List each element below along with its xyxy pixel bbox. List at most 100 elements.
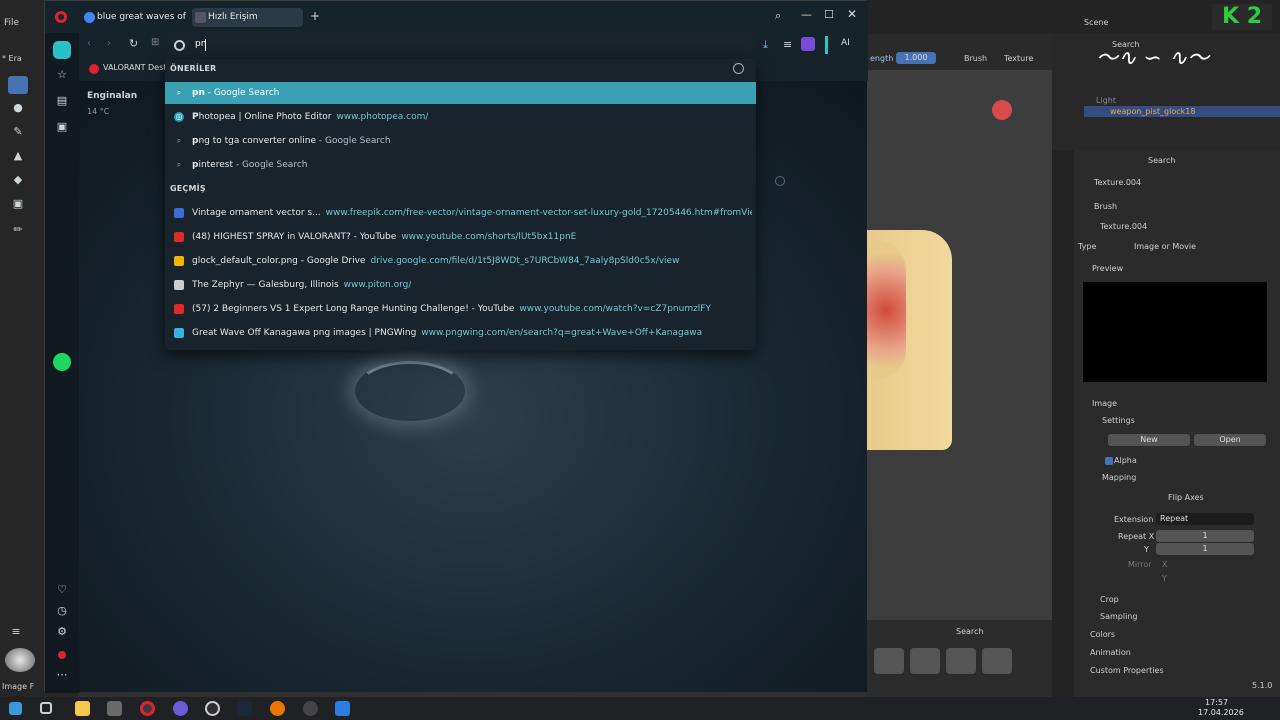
profile-icon[interactable] — [801, 37, 815, 51]
history-icon[interactable]: ◷ — [54, 603, 70, 619]
wallpaper-wave — [355, 361, 465, 421]
opera-small-icon[interactable] — [58, 651, 66, 659]
player-icon[interactable]: ▣ — [54, 119, 70, 135]
minimize-icon[interactable]: — — [801, 8, 812, 21]
flip-axes-label[interactable]: Flip Axes — [1168, 493, 1204, 502]
address-book-icon[interactable]: ▤ — [54, 93, 70, 109]
history-row[interactable]: (48) HIGHEST SPRAY in VALORANT? - YouTub… — [165, 226, 756, 248]
open-image-button[interactable]: Open — [1194, 434, 1266, 446]
brush-thumb-icon[interactable] — [874, 648, 904, 674]
back-icon[interactable]: ‹ — [87, 38, 91, 49]
animation-panel[interactable]: Animation — [1090, 648, 1131, 657]
address-field[interactable]: pn — [165, 33, 756, 59]
reload-icon[interactable]: ↻ — [129, 37, 138, 50]
fill-tool-icon[interactable]: ◆ — [10, 172, 26, 188]
blender-icon[interactable] — [270, 701, 285, 716]
blender-menu-file[interactable]: File — [4, 18, 19, 28]
history-row[interactable]: glock_default_color.png - Google Drive dr… — [165, 250, 756, 272]
crop-panel[interactable]: Crop — [1100, 595, 1119, 604]
mirror-x[interactable]: X — [1162, 560, 1167, 569]
properties-tabs[interactable] — [1052, 150, 1074, 697]
task-view-icon[interactable] — [40, 702, 52, 714]
suggestion-row[interactable]: ⌕ pn - Google Search — [165, 82, 756, 104]
history-title: The Zephyr — Galesburg, Illinois — [192, 280, 339, 290]
extension-dropdown[interactable]: Repeat — [1156, 513, 1254, 525]
spotify-icon[interactable] — [53, 353, 71, 371]
steam-icon[interactable] — [237, 701, 252, 716]
home-icon[interactable] — [53, 41, 71, 59]
tab-blue-great-waves[interactable]: blue great waves of kana... — [81, 8, 187, 27]
repeat-x-field[interactable]: 1 — [1156, 530, 1254, 542]
blur-tool-icon[interactable]: ● — [10, 100, 26, 116]
start-icon[interactable] — [9, 702, 22, 715]
preview-label[interactable]: Preview — [1092, 264, 1123, 273]
suggestion-row[interactable]: ⌕ pinterest - Google Search — [165, 154, 756, 176]
gizmo-x-icon[interactable] — [992, 100, 1012, 120]
history-row[interactable]: The Zephyr — Galesburg, Illinois www.pito… — [165, 274, 756, 296]
draw-tool-button[interactable] — [8, 76, 28, 94]
texture-menu[interactable]: Texture — [1004, 54, 1033, 63]
suggestion-row[interactable]: ◎ Photopea | Online Photo Editor www.photo… — [165, 106, 756, 128]
opera-logo-icon[interactable] — [55, 11, 67, 23]
forward-icon[interactable]: › — [107, 38, 111, 49]
texture-slot[interactable]: Texture.004 — [1100, 222, 1147, 231]
mapping-label[interactable]: Mapping — [1102, 473, 1136, 482]
new-tab-icon[interactable]: + — [310, 9, 322, 25]
suggestion-suffix: - Google Search — [204, 88, 280, 98]
smear-tool-icon[interactable]: ✎ — [10, 124, 26, 140]
settings-icon[interactable]: ⚙ — [54, 624, 70, 640]
bookmark-valorant[interactable]: VALORANT Deste — [103, 63, 171, 72]
settings-label[interactable]: Settings — [1102, 416, 1135, 425]
easy-setup-icon[interactable]: ≡ — [783, 38, 792, 51]
store-icon[interactable] — [107, 701, 122, 716]
3d-viewport[interactable] — [866, 70, 1052, 648]
brush-menu[interactable]: Brush — [964, 54, 987, 63]
clock-time[interactable]: 17:57 — [1205, 698, 1228, 707]
close-icon[interactable]: ✕ — [847, 7, 857, 21]
shelf-search[interactable]: Search — [956, 627, 983, 636]
mask-tool-icon[interactable]: ▣ — [10, 196, 26, 212]
bookmarks-icon[interactable]: ☆ — [54, 67, 70, 83]
opera-taskbar-icon[interactable] — [140, 701, 155, 716]
search-tabs-icon[interactable]: ⌕ — [775, 9, 781, 23]
history-row[interactable]: Great Wave Off Kanagawa png images | PNG… — [165, 322, 756, 344]
heart-icon[interactable]: ♡ — [54, 582, 70, 598]
clone-tool-icon[interactable]: ▲ — [10, 148, 26, 164]
annotate-tool-icon[interactable]: ✏ — [10, 222, 26, 238]
history-row[interactable]: Vintage ornament vector s... www.freepik.… — [165, 202, 756, 224]
aria-ai-button[interactable]: AI — [841, 38, 850, 48]
brush-thumb-icon-3[interactable] — [946, 648, 976, 674]
colors-panel[interactable]: Colors — [1090, 630, 1115, 639]
length-field[interactable]: 1.000 — [896, 52, 936, 64]
clock-date[interactable]: 17.04.2026 — [1198, 708, 1244, 717]
download-icon[interactable]: ⤓ — [763, 38, 768, 52]
maximize-icon[interactable]: ☐ — [824, 8, 834, 21]
history-row[interactable]: (57) 2 Beginners VS 1 Expert Long Range … — [165, 298, 756, 320]
image-panel-label[interactable]: Image — [1092, 399, 1117, 408]
file-explorer-icon[interactable] — [75, 701, 90, 716]
sampling-panel[interactable]: Sampling — [1100, 612, 1137, 621]
alpha-checkbox[interactable] — [1105, 457, 1113, 465]
repeat-y-field[interactable]: 1 — [1156, 543, 1254, 555]
github-icon[interactable] — [303, 701, 318, 716]
brush-thumb-icon-4[interactable] — [982, 648, 1012, 674]
zoom-icon[interactable] — [1022, 130, 1034, 144]
custom-properties-panel[interactable]: Custom Properties — [1090, 666, 1164, 675]
emoji-icon[interactable] — [775, 176, 785, 186]
speed-dial-icon[interactable]: ⊞ — [151, 37, 159, 48]
scene-label[interactable]: Scene — [1084, 18, 1108, 27]
tab-hizli-erisim[interactable]: Hızlı Erişim — [192, 8, 303, 27]
more-icon[interactable]: ⋯ — [54, 667, 70, 683]
type-value[interactable]: Image or Movie — [1134, 242, 1196, 251]
obs-icon[interactable] — [205, 701, 220, 716]
menu-icon[interactable]: ≡ — [8, 624, 24, 640]
brush-thumb-icon-2[interactable] — [910, 648, 940, 674]
mirror-y[interactable]: Y — [1162, 574, 1167, 583]
new-image-button[interactable]: New — [1108, 434, 1190, 446]
emoji-smile-icon[interactable] — [733, 63, 744, 74]
discord-icon[interactable] — [173, 701, 188, 716]
brush-preview-icon[interactable] — [5, 648, 35, 672]
paint-icon[interactable] — [335, 701, 350, 716]
suggestion-row[interactable]: ⌕ png to tga converter online - Google Se… — [165, 130, 756, 152]
properties-search[interactable]: Search — [1148, 156, 1175, 165]
